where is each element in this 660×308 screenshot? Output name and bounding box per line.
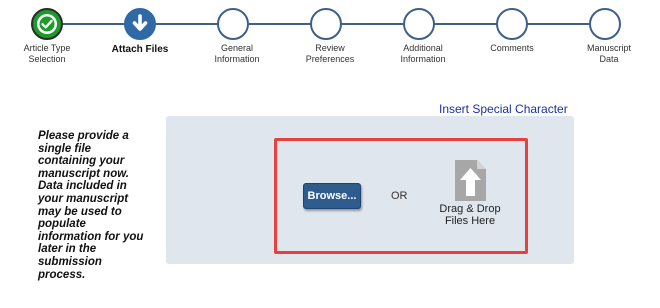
drag-drop-label: Drag & Drop Files Here (439, 203, 501, 227)
step-pending-indicator (496, 8, 528, 40)
step-label: Comments (490, 43, 534, 53)
arrow-down-icon (132, 14, 148, 31)
upload-instructions: Please provide a single file containing … (38, 130, 144, 281)
checkmark-icon (37, 14, 57, 34)
upload-file-icon (455, 160, 486, 201)
step-pending-indicator (403, 8, 435, 40)
step-comments[interactable]: Comments (467, 0, 557, 54)
progress-stepper: Article Type Selection Attach Files Gene… (0, 0, 660, 80)
step-label: General Information (214, 43, 260, 64)
step-attach-files[interactable]: Attach Files (95, 0, 185, 55)
or-separator: OR (391, 190, 408, 202)
insert-special-character-link[interactable]: Insert Special Character (439, 102, 568, 116)
step-review-preferences[interactable]: Review Preferences (281, 0, 371, 65)
step-general-information[interactable]: General Information (188, 0, 278, 65)
step-additional-information[interactable]: Additional Information (374, 0, 464, 65)
step-current-indicator (124, 8, 156, 40)
step-pending-indicator (217, 8, 249, 40)
step-manuscript-data[interactable]: Manuscript Data (560, 0, 650, 65)
step-complete-indicator (31, 8, 63, 40)
step-label: Additional Information (400, 43, 446, 64)
step-article-type-selection[interactable]: Article Type Selection (2, 0, 92, 65)
step-pending-indicator (310, 8, 342, 40)
step-label: Manuscript Data (586, 43, 631, 64)
step-label: Attach Files (111, 44, 169, 55)
step-label: Article Type Selection (23, 43, 71, 64)
browse-button[interactable]: Browse... (303, 183, 361, 209)
step-pending-indicator (589, 8, 621, 40)
step-label: Review Preferences (305, 43, 355, 64)
